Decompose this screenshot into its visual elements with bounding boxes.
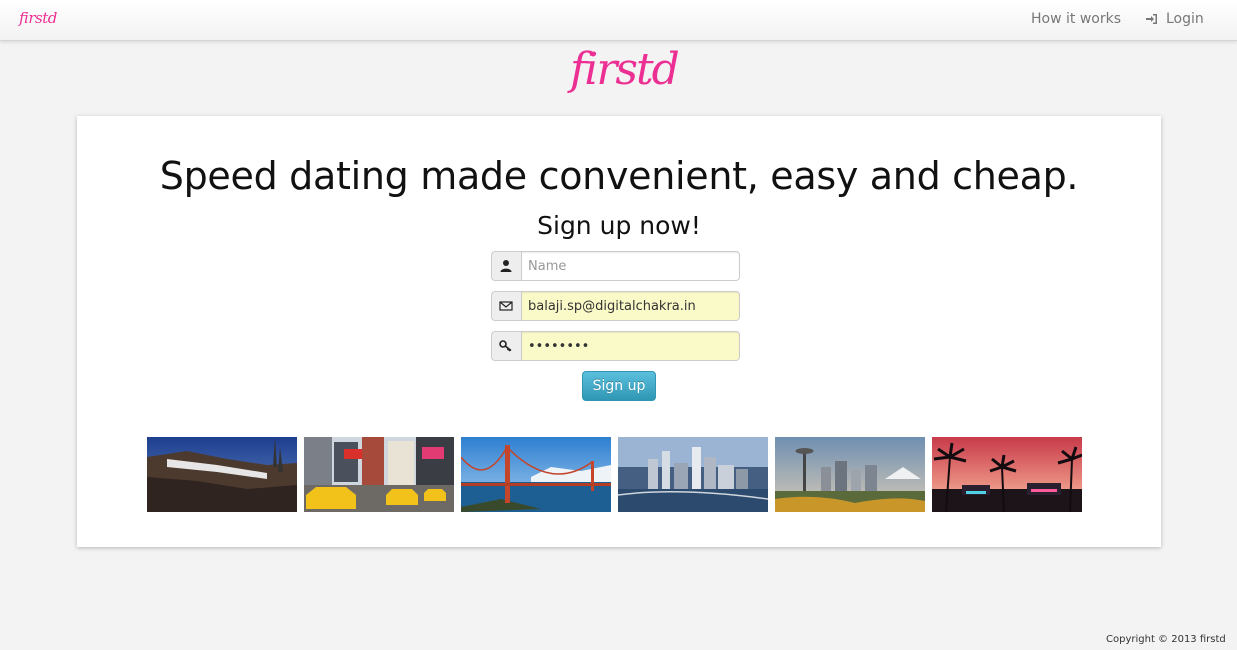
envelope-icon — [499, 301, 513, 311]
name-field-group — [491, 251, 741, 281]
how-it-works-link[interactable]: How it works — [1031, 11, 1121, 27]
copyright-footer: Copyright © 2013 firstd — [1106, 634, 1226, 645]
firstd-logo: firstd — [570, 44, 680, 95]
signup-card: Speed dating made convenient, easy and c… — [77, 116, 1161, 547]
brand-link[interactable]: firstd — [19, 9, 57, 27]
key-icon — [499, 340, 512, 352]
login-link[interactable]: Login — [1146, 11, 1204, 27]
city-photo-strip — [147, 437, 1087, 512]
signup-subheadline: Sign up now! — [537, 211, 701, 240]
golden-gate-bridge-photo — [461, 437, 611, 512]
login-icon — [1146, 14, 1157, 24]
top-navbar: firstd How it works Login — [0, 0, 1237, 41]
email-input[interactable] — [521, 291, 740, 321]
miami-beach-photo — [932, 437, 1082, 512]
signup-button[interactable]: Sign up — [582, 371, 656, 401]
name-addon — [491, 251, 522, 281]
password-addon — [491, 331, 522, 361]
new-york-taxi-photo — [304, 437, 454, 512]
seattle-skyline-photo — [775, 437, 925, 512]
user-icon — [500, 260, 512, 272]
email-addon — [491, 291, 522, 321]
password-input[interactable] — [521, 331, 740, 361]
login-label: Login — [1166, 11, 1204, 27]
email-field-group — [491, 291, 741, 321]
name-input[interactable] — [521, 251, 740, 281]
page-headline: Speed dating made convenient, easy and c… — [159, 154, 1079, 198]
password-field-group — [491, 331, 741, 361]
city-skyline-photo — [618, 437, 768, 512]
hollywood-photo — [147, 437, 297, 512]
